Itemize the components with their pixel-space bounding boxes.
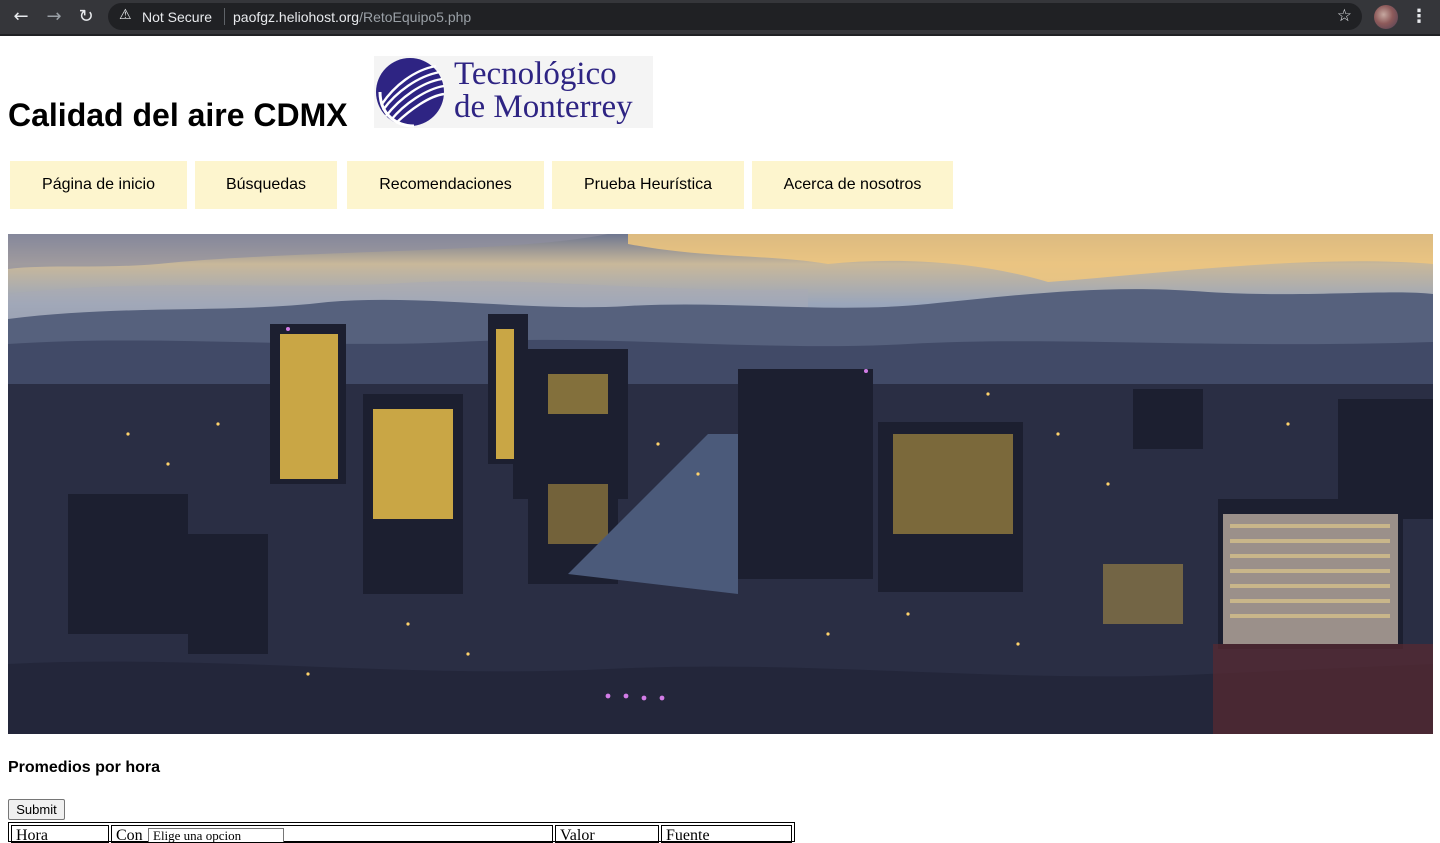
- table-header-valor: Valor: [555, 825, 659, 843]
- security-label[interactable]: Not Secure: [142, 9, 212, 25]
- url-text[interactable]: paofgz.heliohost.org/RetoEquipo5.php: [233, 9, 471, 25]
- nav-item-recomendaciones[interactable]: Recomendaciones: [347, 161, 544, 209]
- section-heading: Promedios por hora: [8, 759, 161, 776]
- forward-icon[interactable]: →: [43, 6, 65, 28]
- address-bar[interactable]: ⚠ Not Secure paofgz.heliohost.org/RetoEq…: [108, 3, 1362, 30]
- nav-item-acerca[interactable]: Acerca de nosotros: [752, 161, 953, 209]
- data-table: Hora Con Elige una opcion Valor Fuente: [8, 822, 795, 843]
- logo-text: Tecnológico de Monterrey: [454, 58, 633, 124]
- contaminante-select[interactable]: Elige una opcion: [148, 828, 284, 842]
- warning-icon[interactable]: ⚠: [119, 7, 132, 23]
- url-path: /RetoEquipo5.php: [359, 9, 472, 25]
- tec-monterrey-logo: Tecnológico de Monterrey: [374, 56, 653, 128]
- tec-emblem-icon: [376, 58, 445, 128]
- submit-button[interactable]: Submit: [8, 799, 65, 820]
- page-title: Calidad del aire CDMX: [8, 97, 348, 133]
- table-header-hora: Hora: [11, 825, 109, 843]
- more-menu-icon[interactable]: ⋮: [1410, 6, 1428, 28]
- nav-item-inicio[interactable]: Página de inicio: [10, 161, 187, 209]
- bookmark-star-icon[interactable]: ☆: [1337, 6, 1352, 26]
- hero-image: [8, 234, 1433, 734]
- reload-icon[interactable]: ↻: [75, 6, 97, 28]
- omnibox-divider: [224, 8, 225, 25]
- table-header-con: Con: [116, 827, 143, 843]
- logo-line-2: de Monterrey: [454, 89, 633, 125]
- nav-item-prueba-heuristica[interactable]: Prueba Heurística: [552, 161, 744, 209]
- url-host: paofgz.heliohost.org: [233, 9, 360, 25]
- browser-toolbar: ← → ↻ ⚠ Not Secure paofgz.heliohost.org/…: [0, 0, 1440, 36]
- city-skyline-image: [8, 234, 1433, 734]
- table-header-fuente: Fuente: [661, 825, 792, 843]
- profile-avatar[interactable]: [1374, 5, 1398, 29]
- table-header-contaminante: Con Elige una opcion: [111, 825, 553, 843]
- nav-item-busquedas[interactable]: Búsquedas: [195, 161, 337, 209]
- back-icon[interactable]: ←: [10, 6, 32, 28]
- logo-line-1: Tecnológico: [454, 56, 617, 92]
